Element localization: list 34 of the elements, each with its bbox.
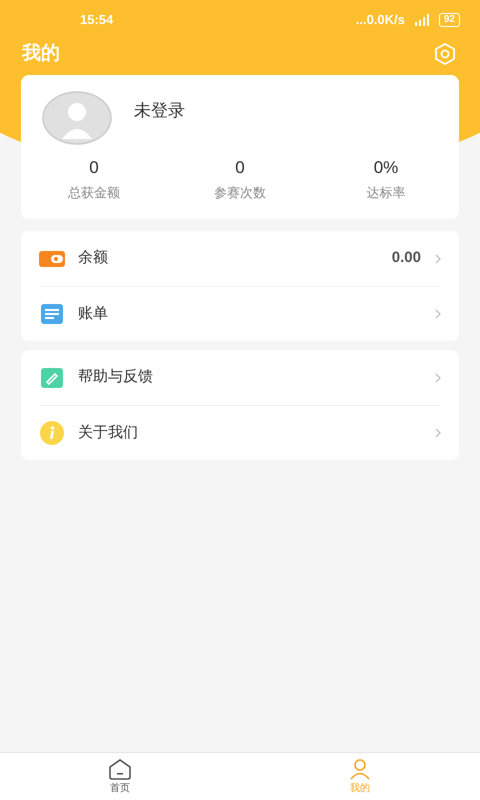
stat-value: 0 — [235, 157, 245, 179]
page-title: 我的 — [22, 42, 60, 66]
login-status: 未登录 — [134, 100, 185, 122]
avatar-icon — [42, 91, 112, 145]
person-icon — [348, 758, 372, 780]
menu-item[interactable]: 帮助与反馈 — [39, 350, 441, 405]
chevron-right-icon — [435, 309, 441, 319]
menu-item[interactable]: 余额 0.00 — [39, 231, 441, 286]
pencil-icon — [41, 368, 63, 388]
menu-label: 余额 — [78, 248, 109, 268]
signal-icon — [412, 14, 431, 26]
chevron-right-icon — [435, 428, 441, 438]
chevron-right-icon — [435, 372, 441, 382]
stat-value: 0 — [89, 157, 99, 179]
network-speed: ...0.0K/s — [356, 11, 405, 30]
balance-value: 0.00 — [392, 248, 421, 268]
menu-item[interactable]: 关于我们 — [39, 405, 441, 460]
stat-label: 总获金额 — [68, 184, 120, 202]
stat-label: 参赛次数 — [214, 184, 266, 202]
settings-button[interactable] — [432, 41, 458, 67]
chevron-right-icon — [435, 254, 441, 264]
home-icon — [108, 758, 132, 780]
wallet-icon — [39, 250, 65, 266]
menu-label: 关于我们 — [78, 422, 139, 443]
nav-tab[interactable]: 首页 — [0, 753, 240, 800]
battery-indicator: 92 — [438, 13, 460, 27]
menu-label: 账单 — [78, 304, 109, 324]
stat-label: 达标率 — [366, 184, 406, 202]
menu-label: 帮助与反馈 — [78, 367, 154, 388]
info-icon — [40, 421, 64, 445]
list-icon — [41, 304, 63, 324]
menu-item[interactable]: 账单 — [39, 286, 441, 341]
stat-value: 0% — [374, 157, 398, 179]
status-time: 15:54 — [80, 11, 114, 30]
